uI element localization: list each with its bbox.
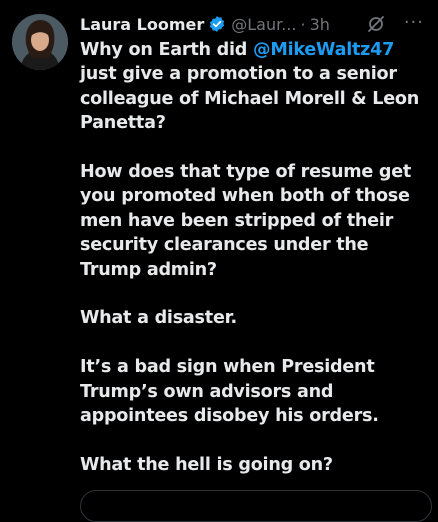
avatar[interactable] — [12, 14, 68, 70]
tweet-header: Laura Loomer @Laur... · 3h ··· — [80, 12, 428, 36]
separator-dot: · — [300, 14, 306, 34]
timestamp[interactable]: 3h — [310, 15, 330, 34]
paragraph-4: It’s a bad sign when President Trump’s o… — [80, 357, 379, 427]
paragraph-1: Why on Earth did @MikeWaltz47 just give … — [80, 40, 419, 134]
paragraph-5: What the hell is going on? — [80, 454, 333, 475]
mention-link[interactable]: @MikeWaltz47 — [253, 40, 394, 60]
more-icon[interactable]: ··· — [404, 12, 424, 33]
author-name[interactable]: Laura Loomer — [80, 15, 204, 34]
quoted-card[interactable] — [80, 490, 432, 522]
grok-icon[interactable] — [366, 14, 386, 34]
verified-badge-icon — [208, 15, 226, 33]
author-handle[interactable]: @Laur... — [231, 15, 296, 34]
tweet-text: Why on Earth did @MikeWaltz47 just give … — [80, 38, 430, 502]
paragraph-2: How does that type of resume get you pro… — [80, 162, 412, 280]
paragraph-3: What a disaster. — [80, 308, 237, 329]
